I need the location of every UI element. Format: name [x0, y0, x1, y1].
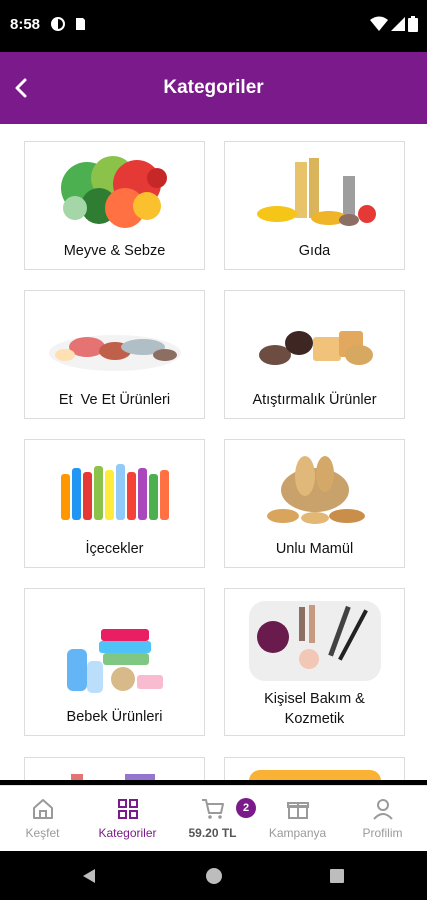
- system-navigation-bar: [0, 851, 427, 900]
- category-label-line2: Kozmetik: [284, 711, 345, 727]
- category-label: İçecekler: [85, 541, 144, 557]
- user-icon: [372, 799, 393, 820]
- nav-label: Keşfet: [25, 826, 60, 840]
- category-label: Kişisel Bakım & Kozmetik: [231, 689, 398, 729]
- cart-total: 59.20 TL: [188, 826, 237, 840]
- category-grid: Meyve & Sebze Gıda Et Ve Et Ürünleri Atı…: [0, 124, 427, 780]
- category-card-partial-left[interactable]: [24, 757, 205, 780]
- pasta-groceries-image: [257, 158, 376, 226]
- nav-kategoriler[interactable]: Kategoriler: [85, 786, 170, 852]
- battery-icon: [408, 16, 418, 32]
- drinks-bottles-image: [61, 464, 169, 520]
- nav-kesfet[interactable]: Keşfet: [0, 786, 85, 852]
- status-bar: 8:58: [0, 0, 427, 52]
- notification-app-icon: [51, 17, 65, 31]
- app-bar: Kategoriler: [0, 52, 427, 124]
- nav-label: Kategoriler: [98, 826, 157, 840]
- cosmetics-image: [249, 601, 381, 681]
- category-card-unlu-mamul[interactable]: Unlu Mamül: [224, 439, 405, 568]
- category-card-meyve-sebze[interactable]: Meyve & Sebze: [24, 141, 205, 270]
- nav-cart[interactable]: 59.20 TL: [170, 786, 255, 852]
- category-label-line1: Kişisel Bakım &: [264, 691, 365, 707]
- sd-card-icon: [76, 18, 85, 30]
- category-card-kisisel-bakim[interactable]: Kişisel Bakım & Kozmetik: [224, 588, 405, 736]
- signal-icon: [391, 17, 405, 31]
- recents-square-icon[interactable]: [329, 868, 345, 884]
- category-label: Meyve & Sebze: [63, 243, 166, 259]
- home-circle-icon[interactable]: [205, 867, 223, 885]
- category-card-et[interactable]: Et Ve Et Ürünleri: [24, 290, 205, 419]
- category-card-gida[interactable]: Gıda: [224, 141, 405, 270]
- baby-products-image: [67, 629, 163, 693]
- bread-basket-image: [267, 456, 365, 524]
- partial-image: [71, 774, 155, 780]
- cart-count-badge: 2: [236, 798, 256, 818]
- category-label: Unlu Mamül: [275, 541, 354, 557]
- nav-kampanya[interactable]: Kampanya: [255, 786, 340, 852]
- category-label: Atıştırmalık Ürünler: [252, 392, 377, 408]
- page-title: Kategoriler: [163, 77, 264, 98]
- gift-icon: [286, 802, 309, 819]
- partial-image: [249, 770, 381, 780]
- vegetables-image: [61, 156, 167, 228]
- status-time: 8:58: [10, 16, 41, 33]
- snacks-image: [259, 331, 373, 365]
- category-card-icecekler[interactable]: İçecekler: [24, 439, 205, 568]
- category-label: Et Ve Et Ürünleri: [58, 392, 171, 408]
- nav-label: Kampanya: [268, 826, 327, 840]
- meat-fish-image: [49, 335, 181, 371]
- nav-profilim[interactable]: Profilim: [340, 786, 425, 852]
- category-card-partial-right[interactable]: [224, 757, 405, 780]
- home-icon: [32, 799, 53, 819]
- category-card-atistirmalik[interactable]: Atıştırmalık Ürünler: [224, 290, 405, 419]
- wifi-icon: [370, 16, 388, 31]
- bottom-navigation: Keşfet Kategoriler 59.20 TL Kampanya Pro…: [0, 785, 427, 851]
- nav-label: Profilim: [362, 826, 403, 840]
- grid-icon: [117, 799, 138, 819]
- cart-icon: [201, 799, 224, 819]
- back-triangle-icon[interactable]: [80, 867, 98, 885]
- category-label: Gıda: [298, 243, 331, 259]
- category-label: Bebek Ürünleri: [66, 709, 163, 725]
- category-card-bebek[interactable]: Bebek Ürünleri: [24, 588, 205, 736]
